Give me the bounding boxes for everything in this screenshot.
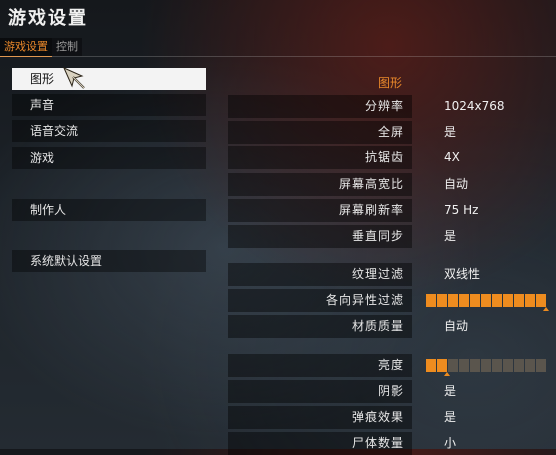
setting-value[interactable]: 是 — [444, 121, 456, 144]
setting-fullscreen[interactable]: 全屏 是 — [228, 121, 556, 144]
slider-segment — [437, 294, 447, 307]
slider-segment — [448, 294, 458, 307]
setting-texture-quality[interactable]: 材质质量 自动 — [228, 315, 556, 338]
setting-value[interactable]: 自动 — [444, 315, 468, 338]
setting-label: 屏幕高宽比 — [228, 173, 412, 196]
tab-controls[interactable]: 控制 — [52, 38, 82, 56]
slider-segment — [470, 294, 480, 307]
setting-brightness[interactable]: 亮度 — [228, 354, 556, 377]
setting-antialiasing[interactable]: 抗锯齿 4X — [228, 146, 556, 169]
level-slider[interactable] — [426, 294, 546, 307]
slider-segment — [481, 294, 491, 307]
setting-value[interactable]: 双线性 — [444, 263, 480, 286]
slider-segment — [426, 359, 436, 372]
slider-segment — [514, 359, 524, 372]
slider-segment — [525, 359, 535, 372]
setting-value[interactable]: 小 — [444, 432, 456, 455]
setting-label: 弹痕效果 — [228, 406, 412, 429]
slider-segment — [525, 294, 535, 307]
setting-aspect-ratio[interactable]: 屏幕高宽比 自动 — [228, 173, 556, 196]
menu-item-credits[interactable]: 制作人 — [12, 199, 206, 221]
setting-value[interactable]: 是 — [444, 406, 456, 429]
arrow-pointer-icon — [63, 67, 85, 89]
setting-texture-filter[interactable]: 纹理过滤 双线性 — [228, 263, 556, 286]
slider-segment — [459, 359, 469, 372]
menu-item-sound[interactable]: 声音 — [12, 94, 206, 116]
menu-item-voice-chat[interactable]: 语音交流 — [12, 120, 206, 142]
menu-item-restore-defaults[interactable]: 系统默认设置 — [12, 250, 206, 272]
setting-label: 纹理过滤 — [228, 263, 412, 286]
section-title-graphics: 图形 — [378, 76, 403, 90]
setting-label: 各向异性过滤 — [228, 289, 412, 312]
slider-segment — [536, 294, 546, 307]
slider-segment — [437, 359, 447, 372]
slider-segment — [492, 359, 502, 372]
setting-label: 抗锯齿 — [228, 146, 412, 169]
slider-handle[interactable] — [444, 372, 450, 376]
setting-label: 阴影 — [228, 380, 412, 403]
tab-divider — [0, 56, 556, 57]
menu-item-graphics[interactable]: 图形 — [12, 68, 206, 90]
setting-value[interactable]: 75 Hz — [444, 199, 478, 222]
setting-label: 垂直同步 — [228, 225, 412, 248]
slider-segment — [503, 359, 513, 372]
setting-anisotropic-filter[interactable]: 各向异性过滤 — [228, 289, 556, 312]
slider-segment — [536, 359, 546, 372]
setting-label: 材质质量 — [228, 315, 412, 338]
setting-value[interactable]: 是 — [444, 380, 456, 403]
slider-segment — [514, 294, 524, 307]
slider-segment — [492, 294, 502, 307]
slider-segment — [470, 359, 480, 372]
slider-segment — [503, 294, 513, 307]
slider-segment — [481, 359, 491, 372]
setting-vsync[interactable]: 垂直同步 是 — [228, 225, 556, 248]
setting-resolution[interactable]: 分辨率 1024x768 — [228, 95, 556, 118]
setting-bullet-holes[interactable]: 弹痕效果 是 — [228, 406, 556, 429]
setting-label: 亮度 — [228, 354, 412, 377]
setting-refresh-rate[interactable]: 屏幕刷新率 75 Hz — [228, 199, 556, 222]
slider-handle[interactable] — [543, 307, 549, 311]
level-slider[interactable] — [426, 359, 546, 372]
setting-value[interactable]: 自动 — [444, 173, 468, 196]
setting-shadows[interactable]: 阴影 是 — [228, 380, 556, 403]
slider-segment — [448, 359, 458, 372]
setting-corpse-count[interactable]: 尸体数量 小 — [228, 432, 556, 455]
setting-label: 分辨率 — [228, 95, 412, 118]
setting-value[interactable]: 4X — [444, 146, 460, 169]
setting-value[interactable]: 是 — [444, 225, 456, 248]
tab-game-settings[interactable]: 游戏设置 — [0, 38, 52, 57]
setting-label: 屏幕刷新率 — [228, 199, 412, 222]
slider-segment — [426, 294, 436, 307]
window-title: 游戏设置 — [8, 8, 88, 29]
menu-item-game[interactable]: 游戏 — [12, 147, 206, 169]
slider-segment — [459, 294, 469, 307]
setting-label: 全屏 — [228, 121, 412, 144]
setting-label: 尸体数量 — [228, 432, 412, 455]
setting-value[interactable]: 1024x768 — [444, 95, 505, 118]
tab-bar: 游戏设置 控制 — [0, 38, 82, 57]
